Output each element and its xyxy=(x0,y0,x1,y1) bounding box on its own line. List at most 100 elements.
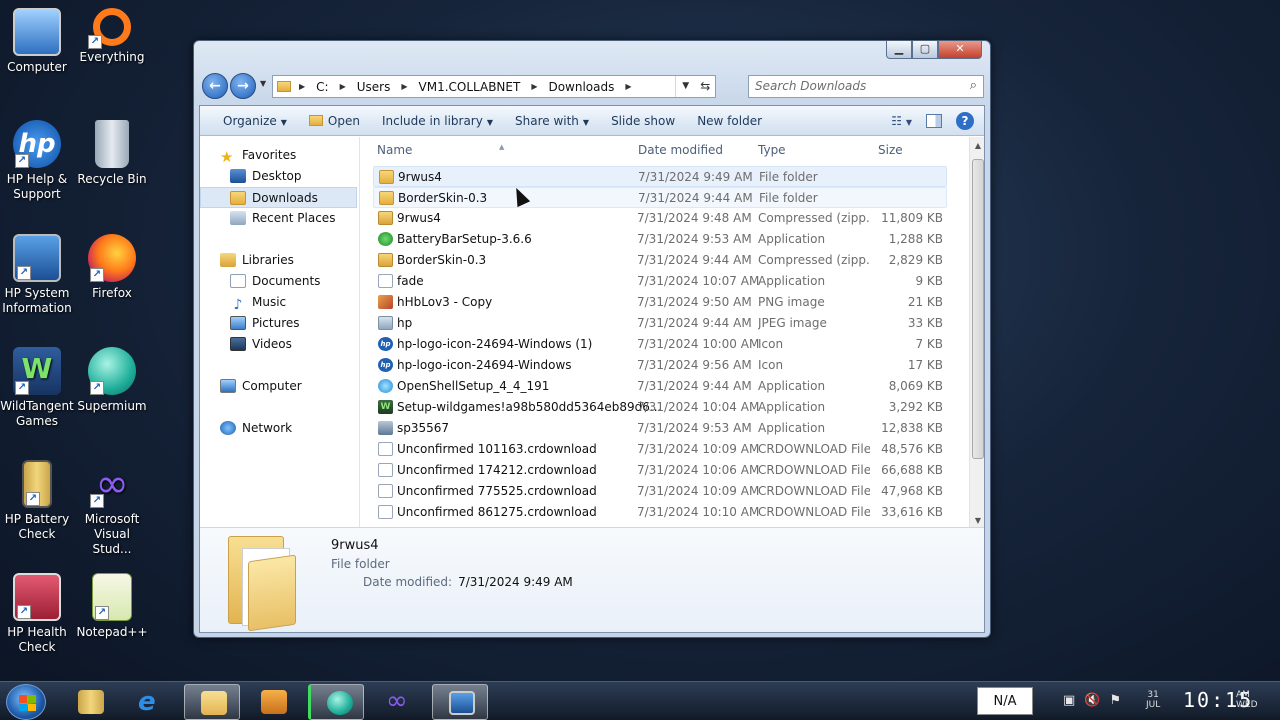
breadcrumb-c-drive[interactable]: C: xyxy=(309,80,335,94)
file-row[interactable]: hp hp-logo-icon-24694-Windows (1) 7/31/202… xyxy=(373,334,947,355)
minimize-button[interactable]: ▁ xyxy=(886,41,912,59)
nav-computer[interactable]: Computer xyxy=(200,376,359,397)
nav-network[interactable]: Network xyxy=(200,418,359,439)
desktop-icon-recycle-bin[interactable]: Recycle Bin xyxy=(73,120,151,187)
media-player-icon xyxy=(261,690,287,714)
refresh-icon[interactable]: ⇆ xyxy=(696,76,716,97)
search-input[interactable]: Search Downloads ⌕ xyxy=(748,75,984,98)
nav-documents[interactable]: Documents xyxy=(200,271,359,292)
include-in-library-label: Include in library xyxy=(381,113,483,128)
file-row[interactable]: hp hp-logo-icon-24694-Windows 7/31/2024 9:… xyxy=(373,355,947,376)
star-icon: ★ xyxy=(220,148,234,166)
breadcrumb-user-folder[interactable]: VM1.COLLABNET xyxy=(412,80,528,94)
desktop-icon-notepad-plus-plus[interactable]: ↗ Notepad++ xyxy=(73,573,151,640)
breadcrumb-separator-icon[interactable]: ▶ xyxy=(397,82,411,91)
nav-music[interactable]: ♪ Music xyxy=(200,292,359,313)
file-row[interactable]: OpenShellSetup_4_4_191 7/31/2024 9:44 AM A… xyxy=(373,376,947,397)
desktop-icon-battery-check[interactable]: ↗ HP Battery Check xyxy=(0,460,76,542)
vertical-scrollbar[interactable]: ▲ ▼ xyxy=(969,137,984,527)
organize-button[interactable]: Organize ▼ xyxy=(212,114,298,128)
scroll-down-icon[interactable]: ▼ xyxy=(970,516,984,525)
file-row[interactable]: Unconfirmed 174212.crdownload 7/31/2024 1… xyxy=(373,460,947,481)
file-row[interactable]: sp35567 7/31/2024 9:53 AM Application 12,83… xyxy=(373,418,947,439)
open-button[interactable]: Open xyxy=(298,114,371,128)
recent-pages-dropdown[interactable]: ▼ xyxy=(260,79,266,88)
back-button[interactable]: ← xyxy=(202,73,228,99)
nav-videos[interactable]: Videos xyxy=(200,334,359,355)
nav-libraries[interactable]: Libraries xyxy=(200,250,359,271)
column-header-type[interactable]: Type xyxy=(758,143,786,157)
taskbar-battery-check[interactable] xyxy=(62,684,118,720)
breadcrumb-separator-icon[interactable]: ▶ xyxy=(527,82,541,91)
nav-label: Music xyxy=(252,295,287,309)
column-header-size[interactable]: Size xyxy=(878,143,903,157)
file-size: 12,838 KB xyxy=(881,421,943,435)
taskbar-media-player[interactable] xyxy=(245,684,301,720)
desktop-icon-everything[interactable]: ↗ Everything xyxy=(73,8,151,65)
desktop-icon-wildtangent[interactable]: W ↗ WildTangent Games xyxy=(0,347,76,429)
desktop-icon-supermium[interactable]: ↗ Supermium xyxy=(73,347,151,414)
help-icon[interactable]: ? xyxy=(956,111,974,130)
address-bar[interactable]: ▶ C: ▶ Users ▶ VM1.COLLABNET ▶ Downloads… xyxy=(272,75,716,98)
address-dropdown-icon[interactable]: ▼ xyxy=(676,76,696,97)
breadcrumb-downloads[interactable]: Downloads xyxy=(541,80,621,94)
scrollbar-thumb[interactable] xyxy=(972,159,984,459)
taskbar-visual-studio[interactable]: ∞ xyxy=(370,684,426,720)
file-row[interactable]: BatteryBarSetup-3.6.6 7/31/2024 9:53 AM Ap… xyxy=(373,229,947,250)
taskbar-supermium[interactable] xyxy=(308,684,364,720)
breadcrumb-separator-icon[interactable]: ▶ xyxy=(336,82,350,91)
taskbar-hp-system-info[interactable] xyxy=(432,684,488,720)
file-row[interactable]: Unconfirmed 101163.crdownload 7/31/2024 1… xyxy=(373,439,947,460)
file-row[interactable]: W Setup-wildgames!a98b580dd5364eb89d6... 7… xyxy=(373,397,947,418)
taskbar-windows-explorer[interactable] xyxy=(184,684,240,720)
action-center-icon[interactable]: ▣ xyxy=(1063,693,1075,708)
new-folder-button[interactable]: New folder xyxy=(686,114,773,128)
start-button[interactable] xyxy=(6,684,46,720)
close-button[interactable]: ✕ xyxy=(938,41,982,59)
explorer-body: Organize ▼ Open Include in library ▼ Share… xyxy=(199,105,985,633)
file-name: BatteryBarSetup-3.6.6 xyxy=(397,232,532,246)
forward-button[interactable]: → xyxy=(230,73,256,99)
include-in-library-button[interactable]: Include in library ▼ xyxy=(371,114,504,128)
column-header-name[interactable]: Name xyxy=(377,143,412,157)
column-header-date[interactable]: Date modified xyxy=(638,143,723,157)
share-with-label: Share with xyxy=(515,113,579,128)
desktop-icon-health-check[interactable]: ↗ HP Health Check xyxy=(0,573,76,655)
date-display[interactable]: 31 JUL xyxy=(1146,690,1160,710)
desktop-icon-label: WildTangent Games xyxy=(0,399,74,428)
nav-desktop[interactable]: Desktop xyxy=(200,166,359,187)
file-row[interactable]: 9rwus4 7/31/2024 9:48 AM Compressed (zipp.… xyxy=(373,208,947,229)
scroll-up-icon[interactable]: ▲ xyxy=(970,141,984,150)
taskbar-internet-explorer[interactable]: e xyxy=(122,684,178,720)
file-row[interactable]: Unconfirmed 775525.crdownload 7/31/2024 1… xyxy=(373,481,947,502)
volume-muted-icon[interactable]: 🔇 xyxy=(1084,693,1100,708)
file-row[interactable]: BorderSkin-0.3 7/31/2024 9:44 AM Compresse… xyxy=(373,250,947,271)
share-with-button[interactable]: Share with ▼ xyxy=(504,114,600,128)
desktop-icon-firefox[interactable]: ↗ Firefox xyxy=(73,234,151,301)
file-row[interactable]: BorderSkin-0.3 7/31/2024 9:44 AM File fold… xyxy=(373,187,947,208)
language-indicator[interactable]: N/A xyxy=(977,687,1033,715)
search-icon[interactable]: ⌕ xyxy=(970,78,977,93)
nav-pictures[interactable]: Pictures xyxy=(200,313,359,334)
desktop-icon-visual-studio[interactable]: ∞ ↗ Microsoft Visual Stud... xyxy=(73,460,151,557)
nav-label: Desktop xyxy=(252,169,302,183)
file-row[interactable]: Unconfirmed 861275.crdownload 7/31/2024 1… xyxy=(373,502,947,523)
file-row[interactable]: hHbLov3 - Copy 7/31/2024 9:50 AM PNG image… xyxy=(373,292,947,313)
flag-icon[interactable]: ⚑ xyxy=(1109,693,1121,708)
maximize-button[interactable]: ▢ xyxy=(912,41,938,59)
breadcrumb-separator-icon[interactable]: ▶ xyxy=(295,82,309,91)
file-row[interactable]: fade 7/31/2024 10:07 AM Application 9 KB xyxy=(373,271,947,292)
nav-recent-places[interactable]: Recent Places xyxy=(200,208,359,229)
nav-downloads[interactable]: Downloads xyxy=(200,187,357,208)
desktop-icon-hp-help[interactable]: hp ↗ HP Help & Support xyxy=(0,120,76,202)
file-row[interactable]: hp 7/31/2024 9:44 AM JPEG image 33 KB xyxy=(373,313,947,334)
desktop-icon-hp-system-info[interactable]: ↗ HP System Information xyxy=(0,234,76,316)
desktop-icon-computer[interactable]: Computer xyxy=(0,8,76,75)
breadcrumb-separator-icon[interactable]: ▶ xyxy=(621,82,635,91)
preview-pane-icon[interactable] xyxy=(926,113,942,128)
slide-show-button[interactable]: Slide show xyxy=(600,114,686,128)
change-view-icon[interactable]: ☷ ▼ xyxy=(891,114,912,128)
breadcrumb-users[interactable]: Users xyxy=(350,80,398,94)
nav-favorites[interactable]: ★ Favorites xyxy=(200,145,359,166)
file-row[interactable]: 9rwus4 7/31/2024 9:49 AM File folder xyxy=(373,166,947,187)
